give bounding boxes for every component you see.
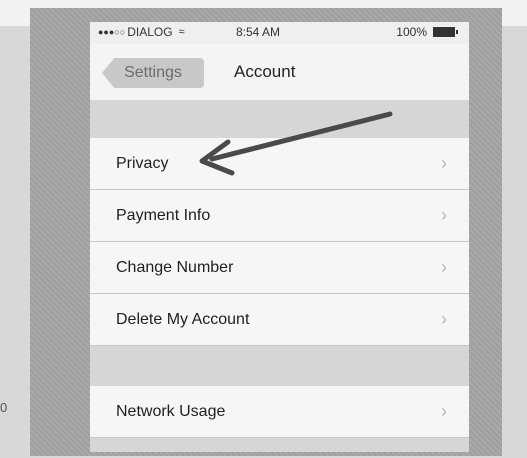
hand-drawn-arrow-icon bbox=[199, 111, 393, 176]
page-mark: 0 bbox=[0, 400, 8, 415]
phone-screen: ●●●○○ DIALOG ≈ 8:54 AM 100% Settings Acc… bbox=[90, 22, 469, 452]
